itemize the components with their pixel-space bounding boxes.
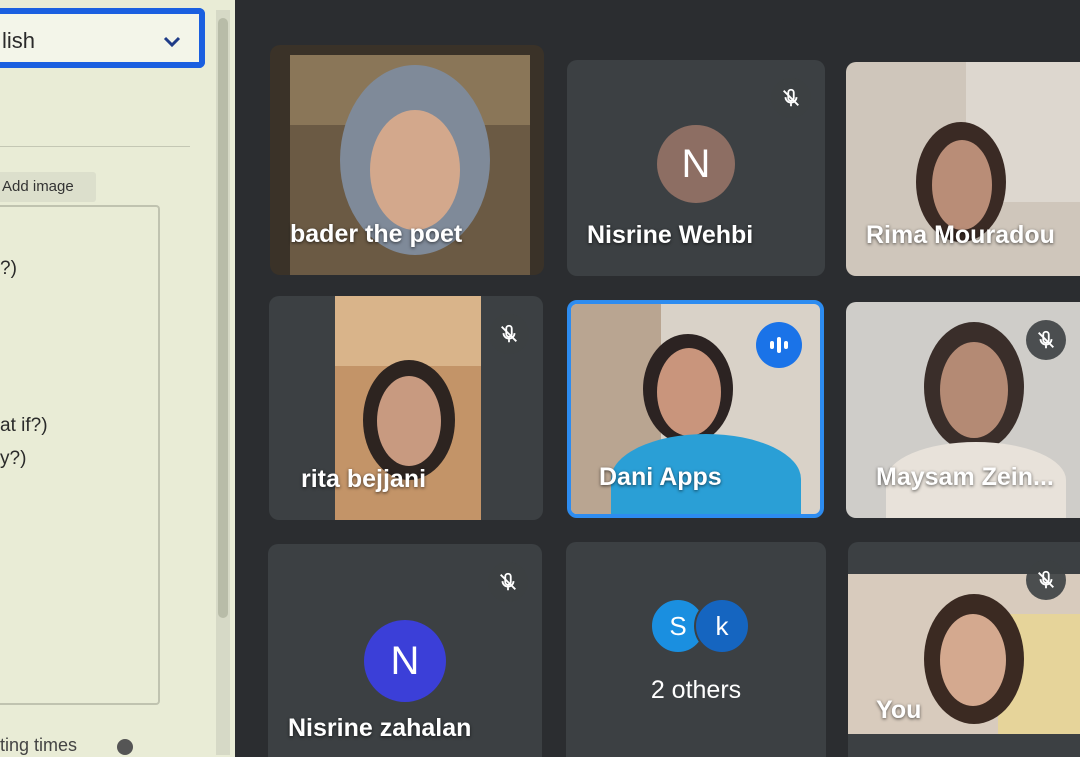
mic-off-icon xyxy=(489,314,529,354)
mic-off-icon xyxy=(771,78,811,118)
participant-tile-self[interactable]: You xyxy=(848,542,1080,757)
text-fragment: y?) xyxy=(0,448,27,469)
avatar: k xyxy=(694,598,750,654)
face-shape xyxy=(940,614,1006,706)
video-background xyxy=(335,296,481,366)
others-count-label: 2 others xyxy=(650,676,742,704)
chevron-down-icon xyxy=(163,36,181,48)
add-image-label: Add image xyxy=(2,178,74,195)
participant-name: Maysam Zein... xyxy=(876,463,1054,491)
face-shape xyxy=(940,342,1008,438)
participant-name: rita bejjani xyxy=(301,465,427,493)
participant-tile[interactable]: bader the poet xyxy=(270,45,544,275)
divider xyxy=(0,146,190,147)
face-shape xyxy=(377,376,441,466)
language-select[interactable]: lish xyxy=(0,8,205,68)
add-image-button[interactable]: Add image xyxy=(0,172,96,202)
participant-tile[interactable]: Maysam Zein... xyxy=(846,302,1080,518)
avatar: N xyxy=(657,125,735,203)
audio-wave-icon xyxy=(756,322,802,368)
participant-name: Rima Mouradou xyxy=(866,221,1055,249)
scrollbar[interactable] xyxy=(216,10,230,755)
face-shape xyxy=(370,110,460,230)
participant-name: Nisrine Wehbi xyxy=(587,221,754,249)
participant-tile[interactable]: rita bejjani xyxy=(269,296,543,520)
participant-tile-active-speaker[interactable]: Dani Apps xyxy=(567,300,824,518)
language-select-value: lish xyxy=(2,28,36,53)
participant-tile[interactable]: N Nisrine zahalan xyxy=(268,544,542,757)
scrollbar-thumb[interactable] xyxy=(218,18,228,618)
others-tile[interactable]: S k 2 others xyxy=(566,542,826,757)
avatar: N xyxy=(364,620,446,702)
participant-name: Dani Apps xyxy=(599,463,722,491)
chevron-down-icon[interactable] xyxy=(117,739,133,755)
participant-tile[interactable]: Rima Mouradou xyxy=(846,62,1080,276)
form-panel: lish Add image ?) at if?) y?) ting times xyxy=(0,0,235,757)
mic-off-icon xyxy=(1026,560,1066,600)
text-fragment: at if?) xyxy=(0,415,48,436)
participant-name: Nisrine zahalan xyxy=(288,714,472,742)
face-shape xyxy=(932,140,992,230)
participant-tile[interactable]: N Nisrine Wehbi xyxy=(567,60,825,276)
text-fragment: ?) xyxy=(0,258,17,279)
mic-off-icon xyxy=(488,562,528,602)
mic-off-icon xyxy=(1026,320,1066,360)
participant-name: bader the poet xyxy=(290,220,463,248)
face-shape xyxy=(657,348,721,436)
participant-name: You xyxy=(876,696,922,724)
footer-text: ting times xyxy=(0,735,78,755)
